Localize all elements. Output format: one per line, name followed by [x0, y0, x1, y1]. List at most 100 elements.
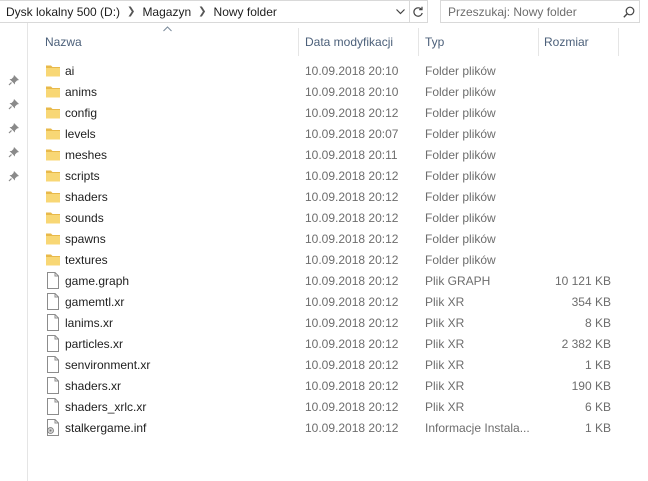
search-box[interactable]	[440, 0, 640, 23]
file-size: 1 KB	[584, 357, 611, 372]
folder-icon	[45, 251, 61, 268]
pin-icon[interactable]	[8, 98, 20, 110]
folder-row[interactable]: meshes 10.09.2018 20:11 Folder plików	[29, 144, 648, 165]
file-type: Folder plików	[425, 147, 496, 162]
file-icon	[45, 272, 61, 289]
column-header-size[interactable]: Rozmiar	[544, 35, 589, 49]
search-input[interactable]	[448, 4, 619, 19]
file-type: Folder plików	[425, 105, 496, 120]
file-icon	[45, 314, 61, 331]
column-header-date[interactable]: Data modyfikacji	[305, 35, 393, 49]
chevron-down-icon[interactable]	[392, 1, 409, 22]
refresh-button[interactable]	[409, 0, 428, 23]
pin-icon[interactable]	[8, 122, 20, 134]
file-icon	[45, 398, 61, 415]
chevron-right-icon[interactable]: ❯	[123, 6, 139, 17]
chevron-right-icon[interactable]: ❯	[194, 6, 210, 17]
folder-row[interactable]: anims 10.09.2018 20:10 Folder plików	[29, 81, 648, 102]
file-row[interactable]: shaders_xrlc.xr 10.09.2018 20:12 Plik XR 6 …	[29, 396, 648, 417]
file-type: Plik XR	[425, 315, 465, 330]
pin-icon[interactable]	[8, 74, 20, 86]
folder-row[interactable]: textures 10.09.2018 20:12 Folder plików	[29, 249, 648, 270]
file-name: sounds	[65, 210, 104, 225]
column-divider[interactable]	[538, 28, 539, 56]
navigation-pane	[0, 23, 28, 481]
file-date: 10.09.2018 20:12	[305, 273, 399, 288]
folder-row[interactable]: spawns 10.09.2018 20:12 Folder plików	[29, 228, 648, 249]
file-type: Folder plików	[425, 63, 496, 78]
file-icon	[45, 293, 61, 310]
file-date: 10.09.2018 20:12	[305, 252, 399, 267]
file-type: Plik XR	[425, 336, 465, 351]
file-row[interactable]: particles.xr 10.09.2018 20:12 Plik XR 2 382…	[29, 333, 648, 354]
file-name: levels	[65, 126, 96, 141]
file-size: 10 121 KB	[554, 273, 611, 288]
breadcrumb: Dysk lokalny 500 (D:) ❯ Magazyn ❯ Nowy f…	[0, 1, 392, 22]
file-type: Plik XR	[425, 378, 465, 393]
breadcrumb-item-drive[interactable]: Dysk lokalny 500 (D:)	[3, 5, 123, 19]
file-size: 354 KB	[571, 294, 611, 309]
file-date: 10.09.2018 20:12	[305, 378, 399, 393]
file-date: 10.09.2018 20:12	[305, 315, 399, 330]
column-headers: Nazwa Data modyfikacji Typ Rozmiar	[29, 24, 648, 60]
file-row[interactable]: stalkergame.inf 10.09.2018 20:12 Informacj…	[29, 417, 648, 438]
file-date: 10.09.2018 20:12	[305, 357, 399, 372]
folder-icon	[45, 230, 61, 247]
folder-row[interactable]: ai 10.09.2018 20:10 Folder plików	[29, 60, 648, 81]
folder-row[interactable]: config 10.09.2018 20:12 Folder plików	[29, 102, 648, 123]
file-icon	[45, 356, 61, 373]
column-header-type[interactable]: Typ	[425, 35, 444, 49]
column-divider[interactable]	[298, 28, 299, 56]
file-name: shaders.xr	[65, 378, 122, 393]
file-name: particles.xr	[65, 336, 124, 351]
file-row[interactable]: shaders.xr 10.09.2018 20:12 Plik XR 190 KB	[29, 375, 648, 396]
column-divider[interactable]	[418, 28, 419, 56]
file-date: 10.09.2018 20:12	[305, 210, 399, 225]
file-size: 2 382 KB	[561, 336, 611, 351]
file-size: 1 KB	[584, 420, 611, 435]
file-name: game.graph	[65, 273, 130, 288]
file-name: lanims.xr	[65, 315, 114, 330]
file-type: Plik XR	[425, 294, 465, 309]
search-icon[interactable]	[619, 1, 639, 22]
file-type: Folder plików	[425, 168, 496, 183]
file-type: Plik GRAPH	[425, 273, 491, 288]
file-name: shaders	[65, 189, 108, 204]
file-date: 10.09.2018 20:10	[305, 84, 399, 99]
file-name: config	[65, 105, 98, 120]
address-bar[interactable]: Dysk lokalny 500 (D:) ❯ Magazyn ❯ Nowy f…	[0, 0, 410, 23]
breadcrumb-item-current[interactable]: Nowy folder	[211, 5, 280, 19]
folder-row[interactable]: scripts 10.09.2018 20:12 Folder plików	[29, 165, 648, 186]
settings-file-icon	[45, 419, 61, 436]
file-name: spawns	[65, 231, 106, 246]
column-divider[interactable]	[618, 28, 619, 56]
file-name: anims	[65, 84, 98, 99]
folder-icon	[45, 125, 61, 142]
file-date: 10.09.2018 20:12	[305, 294, 399, 309]
folder-row[interactable]: shaders 10.09.2018 20:12 Folder plików	[29, 186, 648, 207]
file-row[interactable]: lanims.xr 10.09.2018 20:12 Plik XR 8 KB	[29, 312, 648, 333]
file-date: 10.09.2018 20:12	[305, 420, 399, 435]
pin-icon[interactable]	[8, 146, 20, 158]
sort-ascending-icon	[163, 26, 172, 32]
file-name: gamemtl.xr	[65, 294, 125, 309]
file-row[interactable]: gamemtl.xr 10.09.2018 20:12 Plik XR 354 KB	[29, 291, 648, 312]
folder-icon	[45, 83, 61, 100]
folder-row[interactable]: levels 10.09.2018 20:07 Folder plików	[29, 123, 648, 144]
file-date: 10.09.2018 20:12	[305, 105, 399, 120]
file-name: meshes	[65, 147, 108, 162]
file-row[interactable]: senvironment.xr 10.09.2018 20:12 Plik XR 1 …	[29, 354, 648, 375]
file-row[interactable]: game.graph 10.09.2018 20:12 Plik GRAPH 10 1…	[29, 270, 648, 291]
file-date: 10.09.2018 20:11	[305, 147, 398, 162]
pin-icon[interactable]	[8, 170, 20, 182]
file-size: 6 KB	[584, 399, 611, 414]
folder-row[interactable]: sounds 10.09.2018 20:12 Folder plików	[29, 207, 648, 228]
file-type: Plik XR	[425, 399, 465, 414]
breadcrumb-item-magazyn[interactable]: Magazyn	[139, 5, 194, 19]
column-header-name[interactable]: Nazwa	[45, 35, 82, 49]
file-date: 10.09.2018 20:12	[305, 189, 399, 204]
file-date: 10.09.2018 20:10	[305, 63, 399, 78]
file-list: ai 10.09.2018 20:10 Folder plików anims 10.0…	[29, 60, 648, 438]
file-size: 8 KB	[584, 315, 611, 330]
file-date: 10.09.2018 20:12	[305, 168, 399, 183]
